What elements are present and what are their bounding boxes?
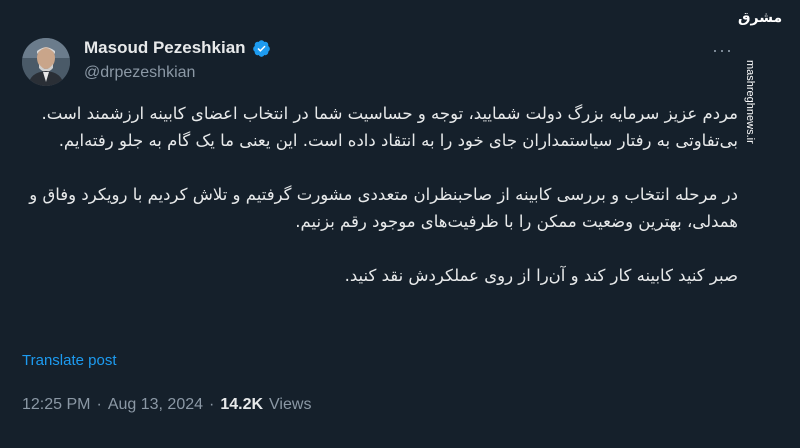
- tweet-date[interactable]: Aug 13, 2024: [108, 396, 203, 414]
- meta-separator: ·: [96, 396, 102, 413]
- tweet-time[interactable]: 12:25 PM: [22, 396, 90, 414]
- avatar-image: [22, 38, 70, 86]
- watermark-logo: مشرق: [738, 10, 783, 26]
- tweet-paragraph: در مرحله انتخاب و بررسی کابینه از صاحبنظ…: [29, 185, 738, 231]
- avatar[interactable]: [22, 38, 70, 86]
- translate-post-link[interactable]: Translate post: [22, 352, 117, 369]
- views-count[interactable]: 14.2K: [220, 396, 263, 414]
- more-options-icon[interactable]: ···: [712, 40, 733, 61]
- tweet-paragraph: مردم عزیز سرمایه بزرگ دولت شمایید، توجه …: [41, 104, 738, 150]
- views-label: Views: [269, 396, 312, 413]
- author-handle[interactable]: @drpezeshkian: [84, 64, 195, 82]
- tweet-meta: 12:25 PM · Aug 13, 2024 · 14.2K Views: [22, 396, 311, 414]
- watermark-side-text: mashreghnews.ir: [744, 60, 756, 144]
- author-display-name[interactable]: Masoud Pezeshkian: [84, 38, 246, 58]
- verified-badge-icon: [252, 39, 270, 57]
- meta-separator: ·: [209, 396, 215, 413]
- tweet-paragraph: صبر کنید کابینه کار کند و آن‌را از روی ع…: [344, 266, 738, 285]
- author-name-row[interactable]: Masoud Pezeshkian: [84, 38, 271, 58]
- watermark-side: mashreghnews.ir: [742, 60, 758, 144]
- tweet-text: مردم عزیز سرمایه بزرگ دولت شمایید، توجه …: [22, 100, 738, 289]
